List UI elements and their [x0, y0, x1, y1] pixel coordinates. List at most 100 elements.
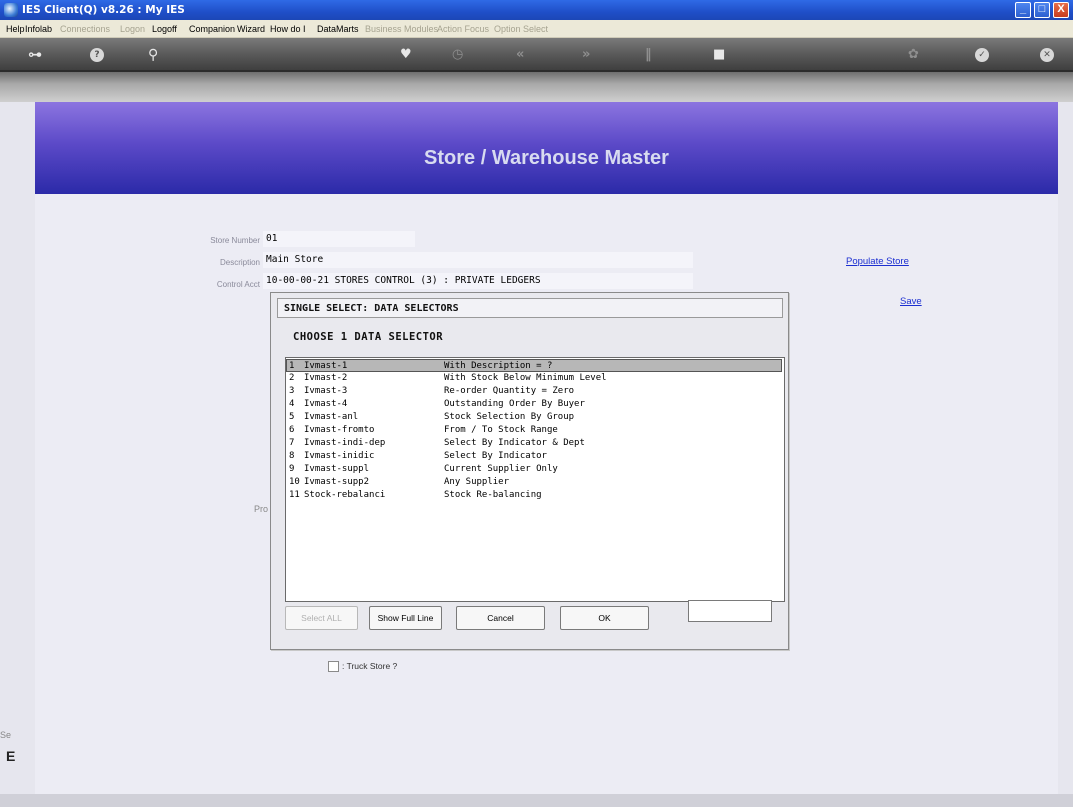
list-item-description: Select By Indicator & Dept	[444, 438, 585, 448]
menu-how-do-i[interactable]: How do I	[270, 24, 306, 34]
window-title: IES Client(Q) v8.26 : My IES	[22, 4, 185, 16]
control-acct-field[interactable]: 10-00-00-21 STORES CONTROL (3) : PRIVATE…	[263, 273, 693, 289]
list-item-number: 5	[289, 412, 295, 422]
list-item-description: Current Supplier Only	[444, 464, 558, 474]
heart-icon[interactable]: ♥	[400, 47, 412, 62]
list-item[interactable]: 11 Stock-rebalanci Stock Re-balancing	[287, 489, 783, 502]
list-item-name: Ivmast-3	[304, 386, 348, 396]
partial-label-pro: Pro	[254, 504, 269, 514]
list-item[interactable]: 6 Ivmast-fromto From / To Stock Range	[287, 424, 783, 437]
list-item-description: Re-order Quantity = Zero	[444, 386, 575, 396]
list-item-name: Ivmast-anl	[304, 412, 359, 422]
list-item-number: 6	[289, 425, 295, 435]
list-item-description: Any Supplier	[444, 477, 510, 487]
partial-label-se: Se	[0, 730, 12, 740]
partial-label-e: E	[6, 748, 16, 764]
list-item[interactable]: 3 Ivmast-3 Re-order Quantity = Zero	[287, 385, 783, 398]
list-item-number: 10	[289, 477, 300, 487]
description-field[interactable]: Main Store	[263, 252, 693, 268]
fast-forward-icon[interactable]: »	[582, 47, 590, 62]
list-item[interactable]: 4 Ivmast-4 Outstanding Order By Buyer	[287, 398, 783, 411]
search-icon[interactable]: ⚲	[148, 47, 158, 63]
data-selector-dialog: SINGLE SELECT: DATA SELECTORS CHOOSE 1 D…	[270, 292, 789, 650]
list-item-number: 8	[289, 451, 295, 461]
list-item-description: From / To Stock Range	[444, 425, 558, 435]
window-title-bar[interactable]: IES Client(Q) v8.26 : My IES _ □ X	[0, 0, 1073, 20]
list-item[interactable]: 7 Ivmast-indi-dep Select By Indicator & De…	[287, 437, 783, 450]
description-label: Description	[219, 258, 260, 267]
list-item-name: Ivmast-fromto	[304, 425, 375, 435]
menu-infolab[interactable]: Infolab	[25, 24, 52, 34]
list-item-number: 7	[289, 438, 295, 448]
menu-action-focus: Action Focus	[437, 24, 490, 34]
list-item-number: 9	[289, 464, 295, 474]
toolbar: ⊶ ? ⚲ ♥ ◷ « » ‖ ■ ✿ ✓ ✕	[0, 38, 1073, 72]
menu-wizard[interactable]: Wizard	[237, 24, 265, 34]
right-margin	[1058, 102, 1073, 807]
list-item[interactable]: 10 Ivmast-supp2 Any Supplier	[287, 476, 783, 489]
ok-button[interactable]: OK	[560, 606, 649, 630]
list-item-name: Ivmast-4	[304, 399, 348, 409]
settings-icon[interactable]: ✿	[908, 47, 919, 62]
pause-icon[interactable]: ‖	[645, 47, 652, 62]
list-item-name: Ivmast-supp2	[304, 477, 370, 487]
menu-help[interactable]: Help	[6, 24, 25, 34]
list-item[interactable]: 8 Ivmast-inidic Select By Indicator	[287, 450, 783, 463]
list-item[interactable]: 9 Ivmast-suppl Current Supplier Only	[287, 463, 783, 476]
store-number-field[interactable]: 01	[263, 231, 415, 247]
list-item-number: 3	[289, 386, 295, 396]
app-icon	[4, 3, 18, 17]
menu-business-modules: Business Modules	[365, 24, 439, 34]
menu-connections: Connections	[60, 24, 111, 34]
status-bar	[0, 794, 1073, 807]
maximize-button[interactable]: □	[1034, 2, 1050, 18]
dialog-heading: CHOOSE 1 DATA SELECTOR	[293, 331, 444, 343]
list-item[interactable]: 2 Ivmast-2 With Stock Below Minimum Level	[287, 372, 783, 385]
truck-store-checkbox[interactable]	[328, 661, 339, 672]
list-item-description: Stock Selection By Group	[444, 412, 575, 422]
dialog-title: SINGLE SELECT: DATA SELECTORS	[277, 298, 783, 318]
menu-option-select: Option Select	[494, 24, 549, 34]
cancel-button[interactable]: Cancel	[456, 606, 545, 630]
list-item-description: Outstanding Order By Buyer	[444, 399, 585, 409]
page-banner: Store / Warehouse Master	[35, 102, 1058, 194]
list-item-name: Ivmast-2	[304, 373, 348, 383]
list-item[interactable]: 1 Ivmast-1 With Description = ?	[286, 359, 782, 372]
menu-datamarts[interactable]: DataMarts	[317, 24, 359, 34]
list-item-description: Stock Re-balancing	[444, 490, 542, 500]
list-item-name: Ivmast-inidic	[304, 451, 375, 461]
close-icon[interactable]: ✕	[1040, 48, 1054, 62]
header-band	[0, 72, 1073, 102]
save-link[interactable]: Save	[900, 296, 922, 307]
show-full-line-button[interactable]: Show Full Line	[369, 606, 442, 630]
menu-bar: Help Infolab Connections Logon Logoff Co…	[0, 20, 1073, 38]
key-icon[interactable]: ⊶	[28, 47, 42, 63]
selector-list[interactable]: 1 Ivmast-1 With Description = ? 2 Ivmast-2 Wi…	[285, 357, 785, 602]
minimize-button[interactable]: _	[1015, 2, 1031, 18]
menu-logoff[interactable]: Logoff	[152, 24, 177, 34]
help-icon[interactable]: ?	[90, 48, 104, 62]
select-all-button: Select ALL	[285, 606, 358, 630]
clock-icon[interactable]: ◷	[452, 47, 463, 62]
list-item-description: With Stock Below Minimum Level	[444, 373, 607, 383]
list-item-description: Select By Indicator	[444, 451, 547, 461]
check-icon[interactable]: ✓	[975, 48, 989, 62]
list-item-name: Stock-rebalanci	[304, 490, 386, 500]
left-margin	[0, 102, 35, 807]
close-window-button[interactable]: X	[1053, 2, 1069, 18]
list-item-name: Ivmast-indi-dep	[304, 438, 386, 448]
selector-input[interactable]	[688, 600, 772, 622]
populate-store-link[interactable]: Populate Store	[846, 256, 909, 267]
menu-companion[interactable]: Companion	[189, 24, 235, 34]
list-item[interactable]: 5 Ivmast-anl Stock Selection By Group	[287, 411, 783, 424]
list-item-number: 11	[289, 490, 300, 500]
menu-logon: Logon	[120, 24, 146, 34]
control-acct-label[interactable]: Control Acct	[180, 280, 260, 289]
rewind-icon[interactable]: «	[516, 47, 524, 62]
page-title: Store / Warehouse Master	[424, 147, 669, 169]
list-item-number: 2	[289, 373, 295, 383]
list-item-name: Ivmast-suppl	[304, 464, 370, 474]
stop-icon[interactable]: ■	[713, 47, 725, 62]
store-number-label: Store Number	[210, 236, 260, 245]
list-item-number: 4	[289, 399, 295, 409]
